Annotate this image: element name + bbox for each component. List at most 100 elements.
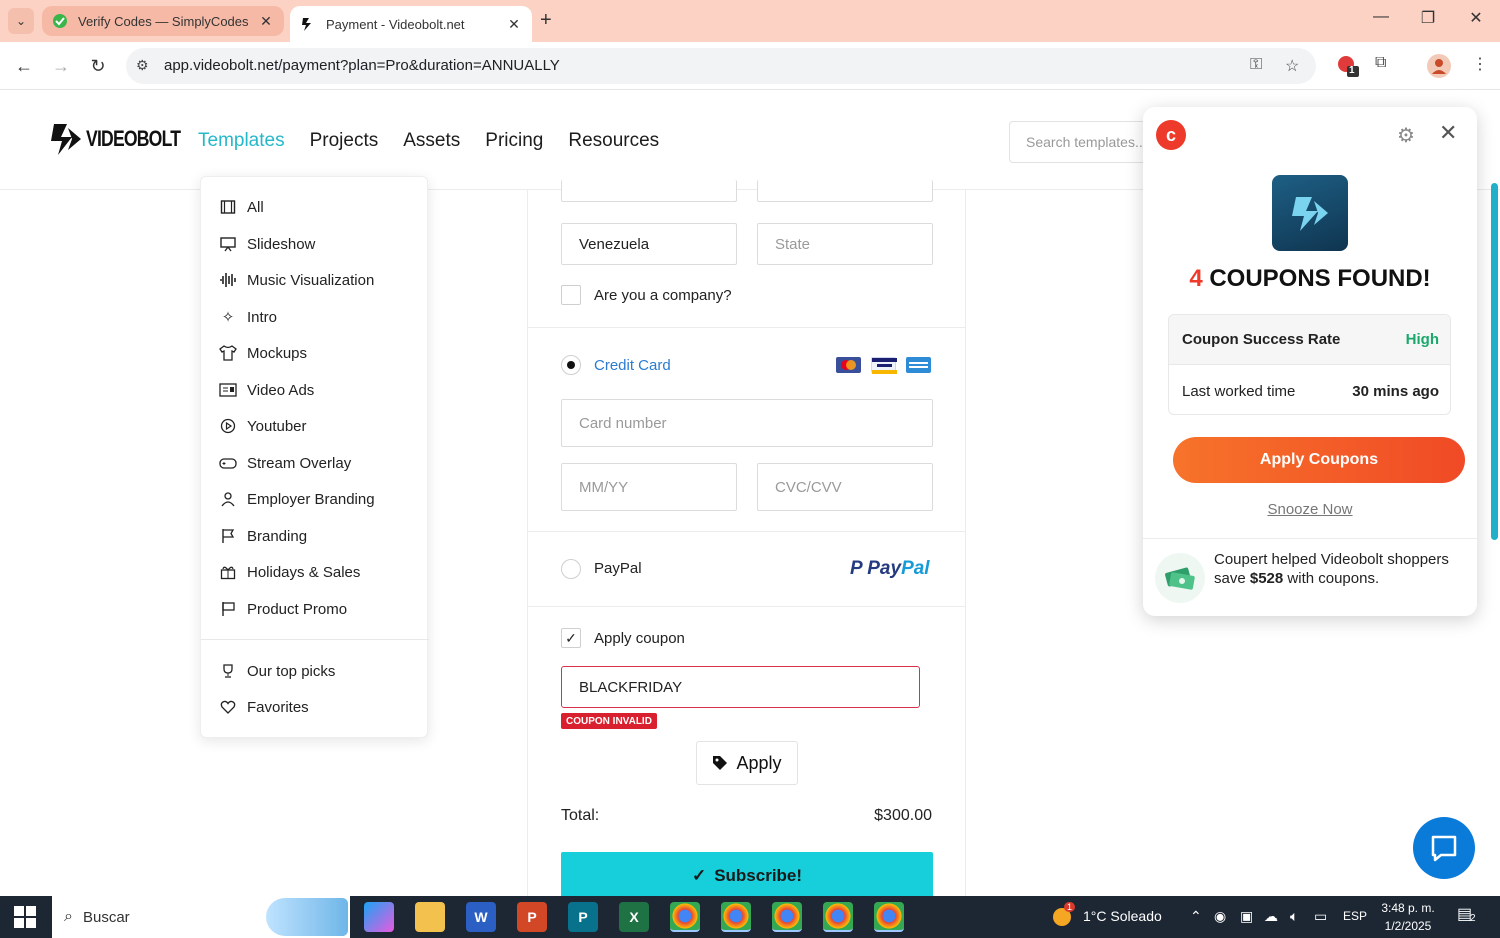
new-tab-button[interactable]: +: [540, 9, 552, 32]
media-record-icon[interactable]: ◉: [1214, 908, 1226, 925]
card-number-field[interactable]: Card number: [561, 399, 933, 447]
last-field[interactable]: [757, 180, 933, 202]
forward-icon[interactable]: →: [49, 54, 73, 78]
chrome-app-icon[interactable]: [874, 902, 904, 932]
menu-item-holidays-sales[interactable]: Holidays & Sales: [219, 557, 360, 587]
first-name-field[interactable]: [561, 180, 737, 202]
meet-icon[interactable]: ▣: [1240, 908, 1253, 925]
weather-sun-icon[interactable]: 1: [1050, 902, 1076, 929]
menu-divider: [201, 639, 429, 640]
menu-item-intro[interactable]: ✧ Intro: [219, 302, 277, 332]
apply-coupon-button[interactable]: Apply: [696, 741, 798, 785]
menu-item-video-ads[interactable]: Video Ads: [219, 375, 314, 405]
menu-label: Employer Branding: [247, 490, 375, 508]
extensions-puzzle-icon[interactable]: ⧉: [1375, 54, 1386, 72]
nav-templates[interactable]: Templates: [198, 130, 285, 152]
success-rate-row: Coupon Success Rate High: [1169, 315, 1450, 365]
close-tab-icon[interactable]: ✕: [258, 13, 274, 30]
volume-icon[interactable]: 🔈︎: [1290, 908, 1298, 925]
password-key-icon[interactable]: ⚿: [1250, 56, 1262, 74]
paypal-radio[interactable]: [561, 559, 581, 579]
menu-item-branding[interactable]: Branding: [219, 521, 307, 551]
system-clock[interactable]: 3:48 p. m. 1/2/2025: [1378, 899, 1438, 935]
country-field[interactable]: Venezuela: [561, 223, 737, 265]
tab-videobolt[interactable]: Payment - Videobolt.net ✕: [290, 6, 532, 42]
nav-assets[interactable]: Assets: [403, 130, 460, 152]
menu-item-stream-overlay[interactable]: Stream Overlay: [219, 448, 351, 478]
page-scrollbar[interactable]: [1491, 183, 1498, 540]
onedrive-cloud-icon[interactable]: ☁: [1264, 908, 1278, 925]
expiry-field[interactable]: MM/YY: [561, 463, 737, 511]
tab-simplycodes[interactable]: Verify Codes — SimplyCodes ✕: [42, 6, 284, 36]
profile-avatar-icon[interactable]: [1427, 54, 1451, 78]
minimize-icon[interactable]: —: [1366, 8, 1396, 26]
reload-icon[interactable]: ↻: [86, 54, 110, 78]
tab-search-button[interactable]: ⌄: [8, 8, 34, 34]
paypal-label[interactable]: PayPal: [594, 560, 642, 577]
state-field[interactable]: State: [757, 223, 933, 265]
coupon-code-input[interactable]: BLACKFRIDAY: [561, 666, 920, 708]
apply-label: Apply: [736, 752, 782, 773]
credit-card-radio[interactable]: [561, 355, 581, 375]
menu-item-all[interactable]: All: [219, 192, 264, 222]
extension-coupert-icon[interactable]: 1: [1336, 54, 1360, 78]
bookmark-star-icon[interactable]: ☆: [1285, 56, 1299, 76]
chat-widget-button[interactable]: [1413, 817, 1475, 879]
chrome-app-icon[interactable]: [721, 902, 751, 932]
back-icon[interactable]: ←: [12, 54, 36, 78]
file-explorer-icon[interactable]: [415, 902, 445, 932]
chrome-app-icon[interactable]: [670, 902, 700, 932]
cvc-field[interactable]: CVC/CVV: [757, 463, 933, 511]
menu-item-favorites[interactable]: Favorites: [219, 692, 309, 722]
apply-coupons-button[interactable]: Apply Coupons: [1173, 437, 1465, 483]
menu-item-music-visualization[interactable]: Music Visualization: [219, 265, 374, 295]
simplycodes-favicon-icon: [52, 13, 68, 29]
billboard-icon: [219, 600, 237, 618]
close-icon[interactable]: ✕: [1439, 120, 1457, 146]
restore-icon[interactable]: ❐: [1413, 8, 1443, 28]
notification-icon[interactable]: ▤ 2: [1457, 904, 1483, 930]
menu-item-top-picks[interactable]: Our top picks: [219, 656, 335, 686]
company-checkbox[interactable]: [561, 285, 581, 305]
network-icon[interactable]: ▭: [1314, 908, 1327, 925]
credit-card-label[interactable]: Credit Card: [594, 357, 671, 374]
subscribe-button[interactable]: ✓ Subscribe!: [561, 852, 933, 900]
nav-pricing[interactable]: Pricing: [485, 130, 543, 152]
menu-item-slideshow[interactable]: Slideshow: [219, 229, 315, 259]
weather-text[interactable]: 1°C Soleado: [1083, 908, 1162, 924]
gear-icon[interactable]: ⚙: [1397, 123, 1415, 148]
url-text[interactable]: app.videobolt.net/payment?plan=Pro&durat…: [164, 57, 560, 74]
chevron-up-icon[interactable]: ⌃: [1190, 908, 1202, 925]
excel-app-icon[interactable]: X: [619, 902, 649, 932]
nav-resources[interactable]: Resources: [568, 130, 659, 152]
close-window-icon[interactable]: ✕: [1461, 8, 1491, 28]
snooze-link[interactable]: Snooze Now: [1143, 501, 1477, 518]
menu-item-product-promo[interactable]: Product Promo: [219, 594, 347, 624]
chrome-app-icon[interactable]: [823, 902, 853, 932]
success-rate-label: Coupon Success Rate: [1182, 331, 1341, 348]
menu-label: Music Visualization: [247, 271, 375, 289]
browser-toolbar: ← → ↻ ⚙ app.videobolt.net/payment?plan=P…: [0, 42, 1500, 90]
chrome-app-icon[interactable]: [772, 902, 802, 932]
windows-start-icon[interactable]: [14, 906, 36, 928]
close-tab-icon[interactable]: ✕: [506, 16, 522, 33]
menu-item-employer-branding[interactable]: Employer Branding: [219, 484, 375, 514]
address-bar[interactable]: ⚙ app.videobolt.net/payment?plan=Pro&dur…: [126, 48, 1316, 84]
taskbar-search[interactable]: ⌕ Buscar: [52, 896, 350, 938]
last-worked-row: Last worked time 30 mins ago: [1169, 366, 1450, 414]
browser-menu-icon[interactable]: ⋮: [1472, 54, 1488, 74]
menu-item-mockups[interactable]: Mockups: [219, 338, 307, 368]
copilot-app-icon[interactable]: [364, 902, 394, 932]
gift-icon: [219, 563, 237, 581]
nav-projects[interactable]: Projects: [310, 130, 379, 152]
language-indicator[interactable]: ESP: [1343, 909, 1367, 923]
videobolt-favicon-icon: [300, 16, 316, 32]
play-circle-icon: [219, 417, 237, 435]
site-info-icon[interactable]: ⚙: [136, 57, 154, 75]
word-app-icon[interactable]: W: [466, 902, 496, 932]
menu-item-youtuber[interactable]: Youtuber: [219, 411, 307, 441]
powerpoint-app-icon[interactable]: P: [517, 902, 547, 932]
publisher-app-icon[interactable]: P: [568, 902, 598, 932]
apply-coupon-checkbox[interactable]: ✓: [561, 628, 581, 648]
videobolt-logo[interactable]: VIDEOBOLT: [50, 122, 204, 156]
